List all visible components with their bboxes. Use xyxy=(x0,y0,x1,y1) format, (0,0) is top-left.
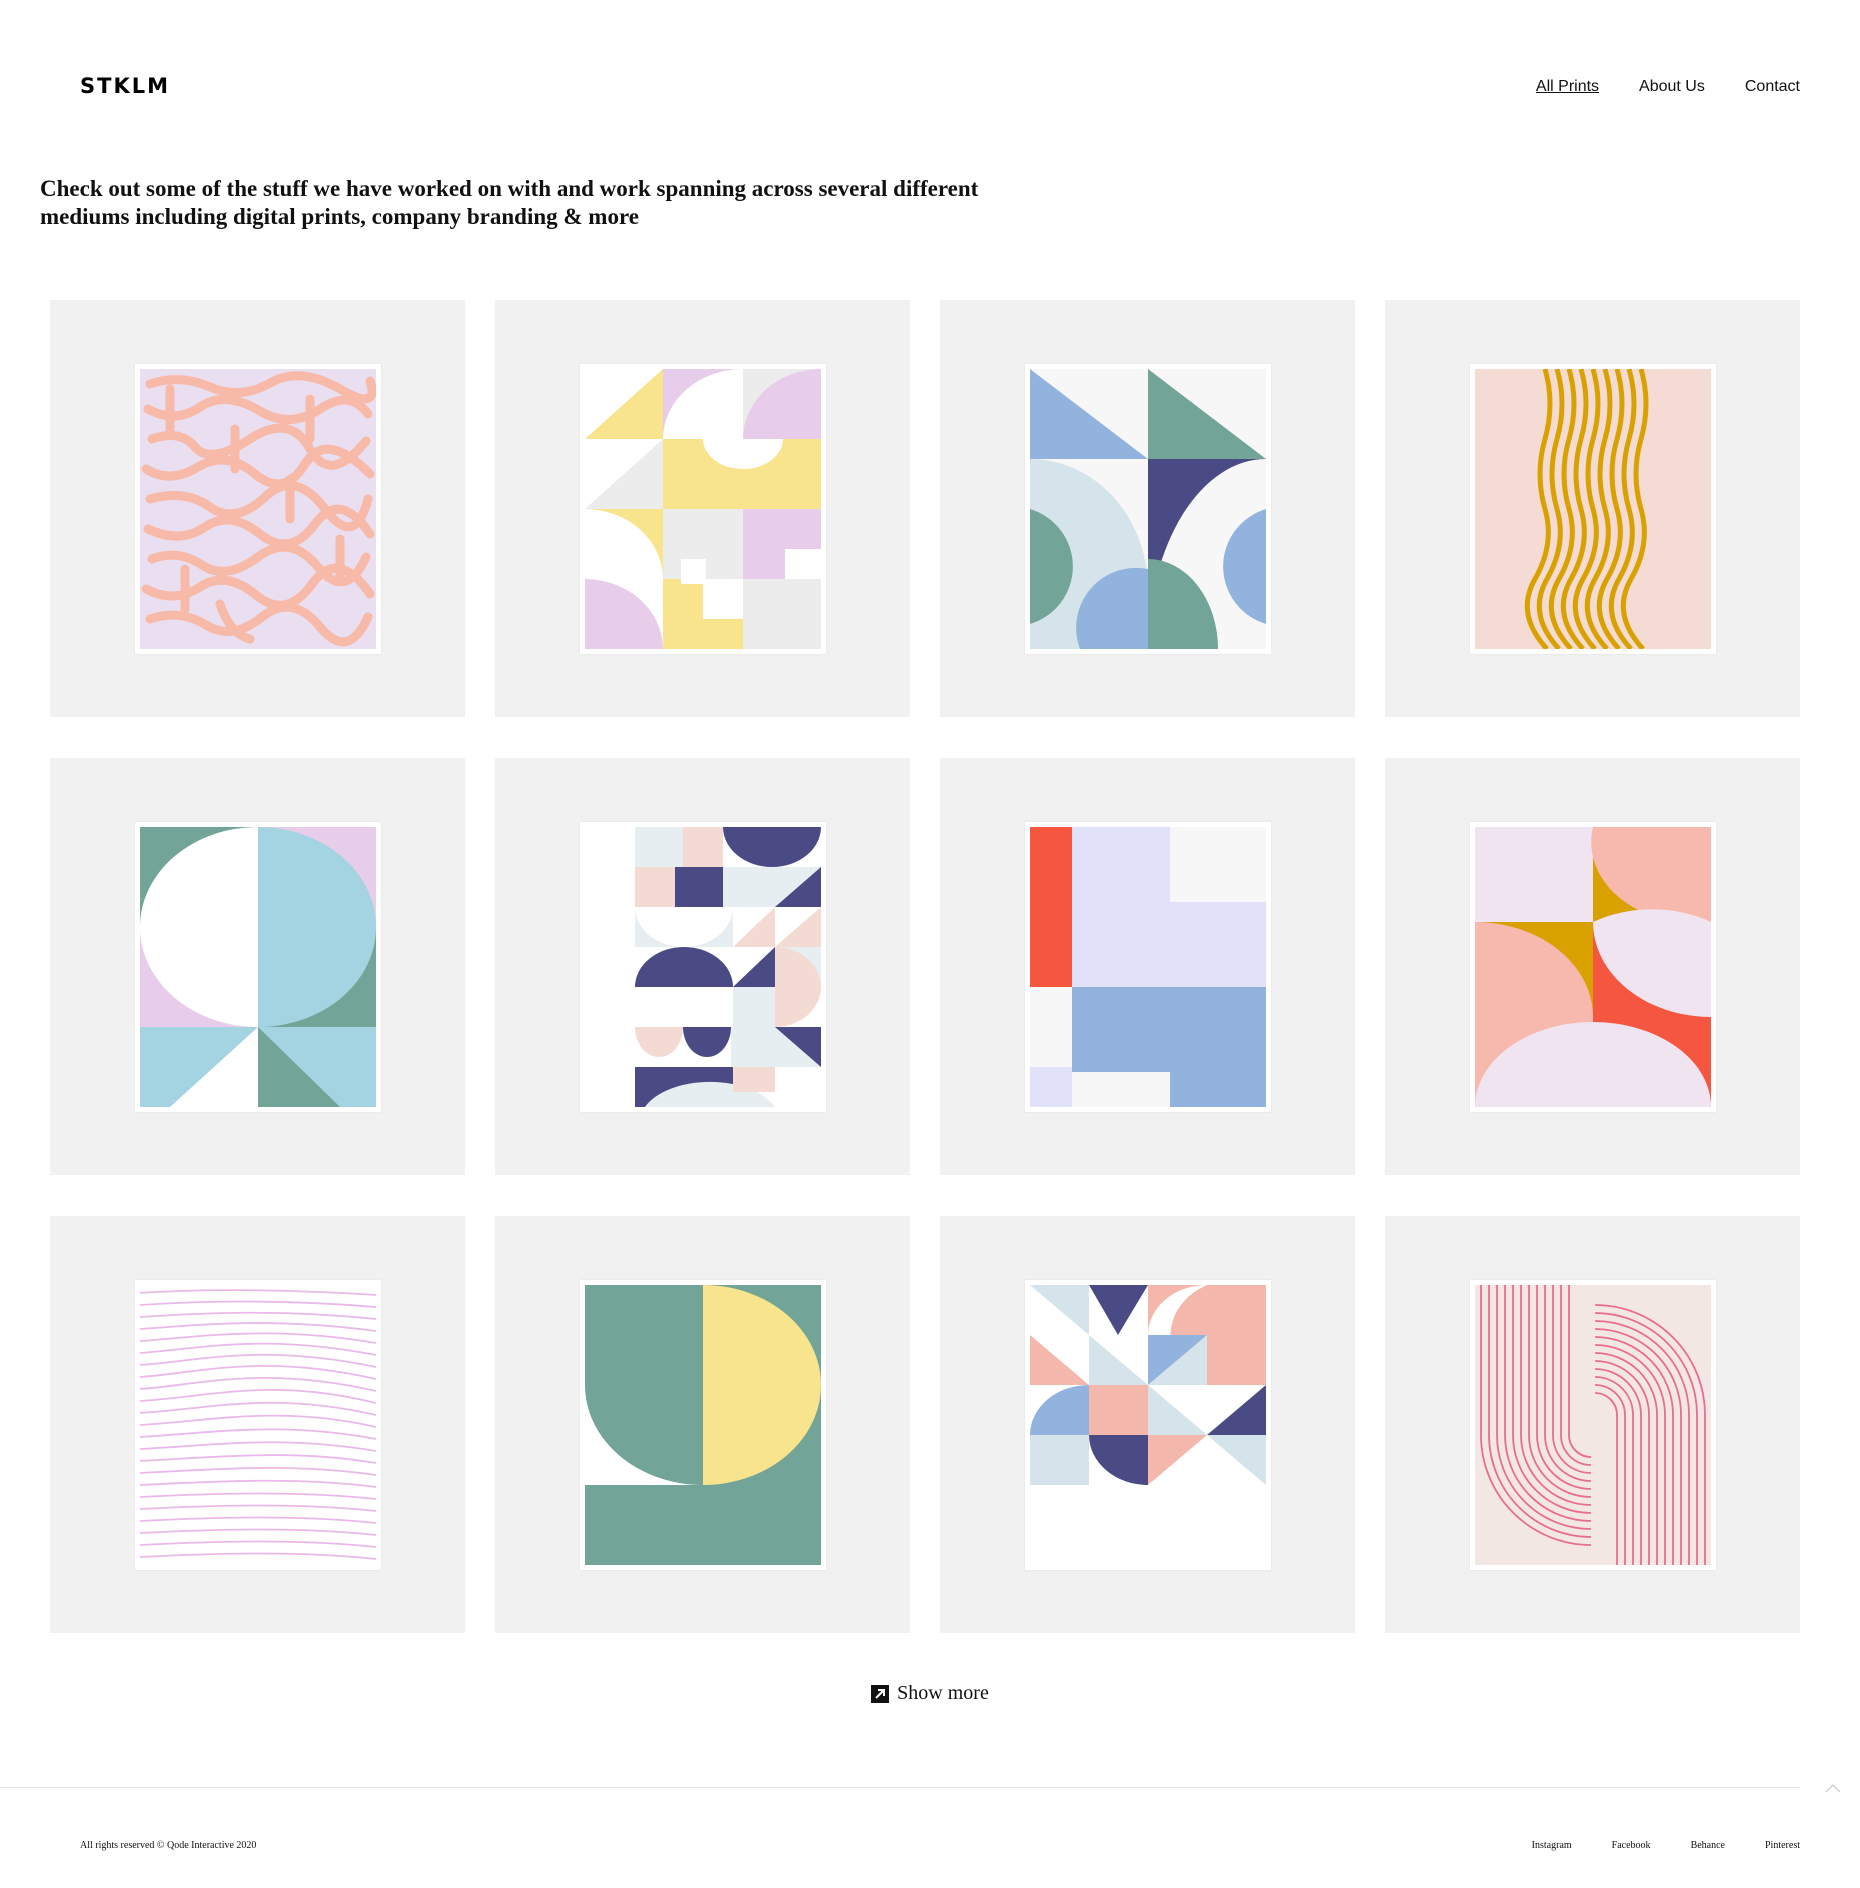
print-image-teal-circle xyxy=(134,821,381,1112)
print-tile-5[interactable] xyxy=(50,758,465,1175)
social-instagram-link[interactable]: Instagram xyxy=(1532,1840,1572,1851)
print-image-red-lavender xyxy=(1024,821,1271,1112)
social-facebook-link[interactable]: Facebook xyxy=(1612,1840,1651,1851)
print-tile-10[interactable] xyxy=(495,1216,910,1633)
intro-text: Check out some of the stuff we have work… xyxy=(40,175,1040,231)
arrow-up-right-icon xyxy=(871,1684,890,1703)
nav-all-prints[interactable]: All Prints xyxy=(1536,78,1599,96)
print-image-navy-mosaic xyxy=(579,821,826,1112)
prints-grid xyxy=(50,300,1802,1633)
print-image-gold-wavy-lines xyxy=(1469,363,1716,654)
social-pinterest-link[interactable]: Pinterest xyxy=(1765,1840,1800,1851)
print-image-lilac-wave xyxy=(134,1279,381,1570)
show-more-button[interactable]: Show more xyxy=(871,1682,989,1705)
intro-line-2: mediums including digital prints, compan… xyxy=(40,204,639,229)
social-behance-link[interactable]: Behance xyxy=(1691,1840,1725,1851)
print-tile-11[interactable] xyxy=(940,1216,1355,1633)
print-image-pink-maze xyxy=(134,363,381,654)
print-tile-9[interactable] xyxy=(50,1216,465,1633)
show-more-area: Show more xyxy=(0,1682,1860,1705)
footer-divider xyxy=(0,1787,1800,1788)
site-logo[interactable]: STKLM xyxy=(80,74,170,98)
print-image-yellow-lilac xyxy=(579,363,826,654)
print-tile-1[interactable] xyxy=(50,300,465,717)
main-nav: All Prints About Us Contact xyxy=(1536,78,1800,96)
print-tile-12[interactable] xyxy=(1385,1216,1800,1633)
print-image-green-yellow-arch xyxy=(579,1279,826,1570)
nav-contact[interactable]: Contact xyxy=(1745,78,1800,96)
copyright-text: All rights reserved © Qode Interactive 2… xyxy=(80,1840,257,1851)
print-tile-4[interactable] xyxy=(1385,300,1800,717)
nav-about-us[interactable]: About Us xyxy=(1639,78,1705,96)
print-image-pink-concentric xyxy=(1469,1279,1716,1570)
intro-line-1: Check out some of the stuff we have work… xyxy=(40,176,979,201)
print-tile-3[interactable] xyxy=(940,300,1355,717)
site-header: STKLM All Prints About Us Contact xyxy=(0,0,1860,180)
print-image-salmon-mustard xyxy=(1469,821,1716,1112)
print-image-blue-green-arches xyxy=(1024,363,1271,654)
print-image-pastel-triangles xyxy=(1024,1279,1271,1570)
back-to-top-icon[interactable] xyxy=(1824,1780,1842,1798)
print-tile-7[interactable] xyxy=(940,758,1355,1175)
print-tile-6[interactable] xyxy=(495,758,910,1175)
print-tile-8[interactable] xyxy=(1385,758,1800,1175)
social-links: Instagram Facebook Behance Pinterest xyxy=(1532,1840,1800,1851)
show-more-label: Show more xyxy=(897,1682,989,1704)
print-tile-2[interactable] xyxy=(495,300,910,717)
